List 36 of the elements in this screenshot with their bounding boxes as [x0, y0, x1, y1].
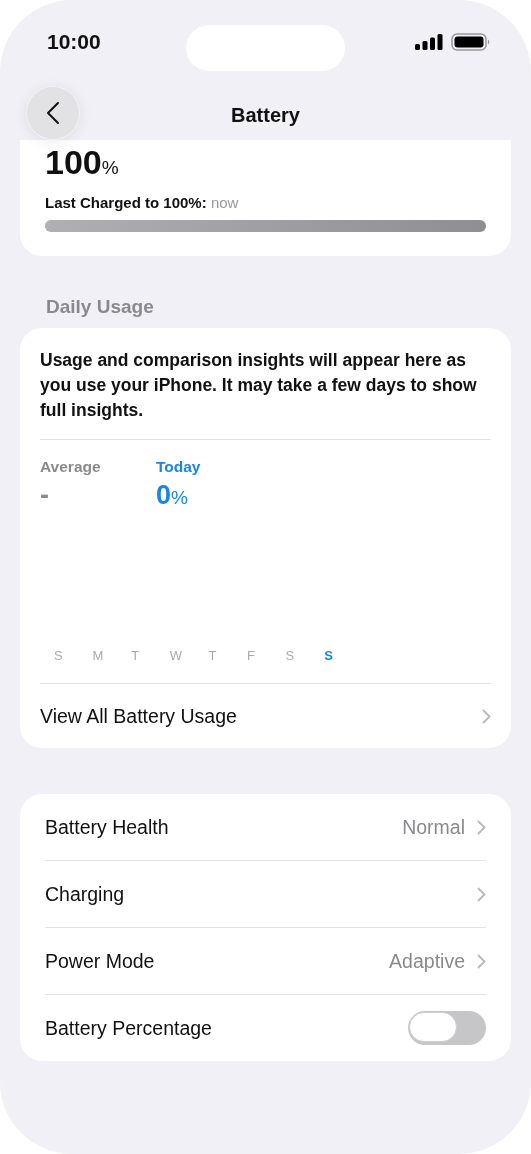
- chevron-icon: [477, 953, 486, 969]
- settings-row[interactable]: Charging: [45, 861, 486, 927]
- day-label[interactable]: M: [92, 648, 132, 663]
- chevron-icon: [477, 819, 486, 835]
- settings-row[interactable]: Power Mode Adaptive: [45, 928, 486, 994]
- signal-icon: [415, 33, 443, 50]
- insights-message: Usage and comparison insights will appear here as you use your iPhone. It may take a few days to show full insights.: [40, 349, 478, 422]
- stat-value: 0%: [156, 480, 189, 511]
- setting-value: Adaptive: [389, 949, 465, 973]
- setting-label: Battery Percentage: [45, 1016, 212, 1040]
- day-label[interactable]: S: [285, 648, 325, 663]
- setting-label: Charging: [45, 882, 125, 906]
- chevron-icon: [482, 708, 491, 724]
- setting-label: Power Mode: [45, 949, 155, 973]
- stat-value: -: [40, 480, 50, 511]
- settings-row[interactable]: Battery Health Normal: [45, 794, 486, 860]
- stat-label: Average: [40, 458, 102, 476]
- status-time: 10:00: [47, 29, 101, 54]
- last-charged-text: Last Charged to 100%: now: [45, 194, 240, 211]
- day-label[interactable]: T: [131, 648, 170, 663]
- day-label[interactable]: S: [324, 648, 363, 663]
- charge-percentage: 100%: [45, 144, 120, 183]
- chevron-icon: [477, 886, 486, 902]
- day-label[interactable]: S: [54, 648, 93, 663]
- day-label[interactable]: T: [208, 648, 247, 663]
- setting-value: Normal: [402, 815, 465, 839]
- back-chevron-icon: [46, 101, 60, 125]
- section-header: Daily Usage: [45, 295, 155, 319]
- setting-label: Battery Health: [45, 815, 169, 839]
- toggle-switch[interactable]: [408, 1011, 486, 1045]
- battery-icon: [451, 32, 491, 51]
- day-label[interactable]: F: [246, 648, 286, 663]
- stat-label: Today: [156, 458, 202, 476]
- page-title: Battery: [231, 103, 300, 127]
- day-label[interactable]: W: [169, 648, 209, 663]
- view-usage-link[interactable]: View All Battery Usage: [40, 684, 491, 748]
